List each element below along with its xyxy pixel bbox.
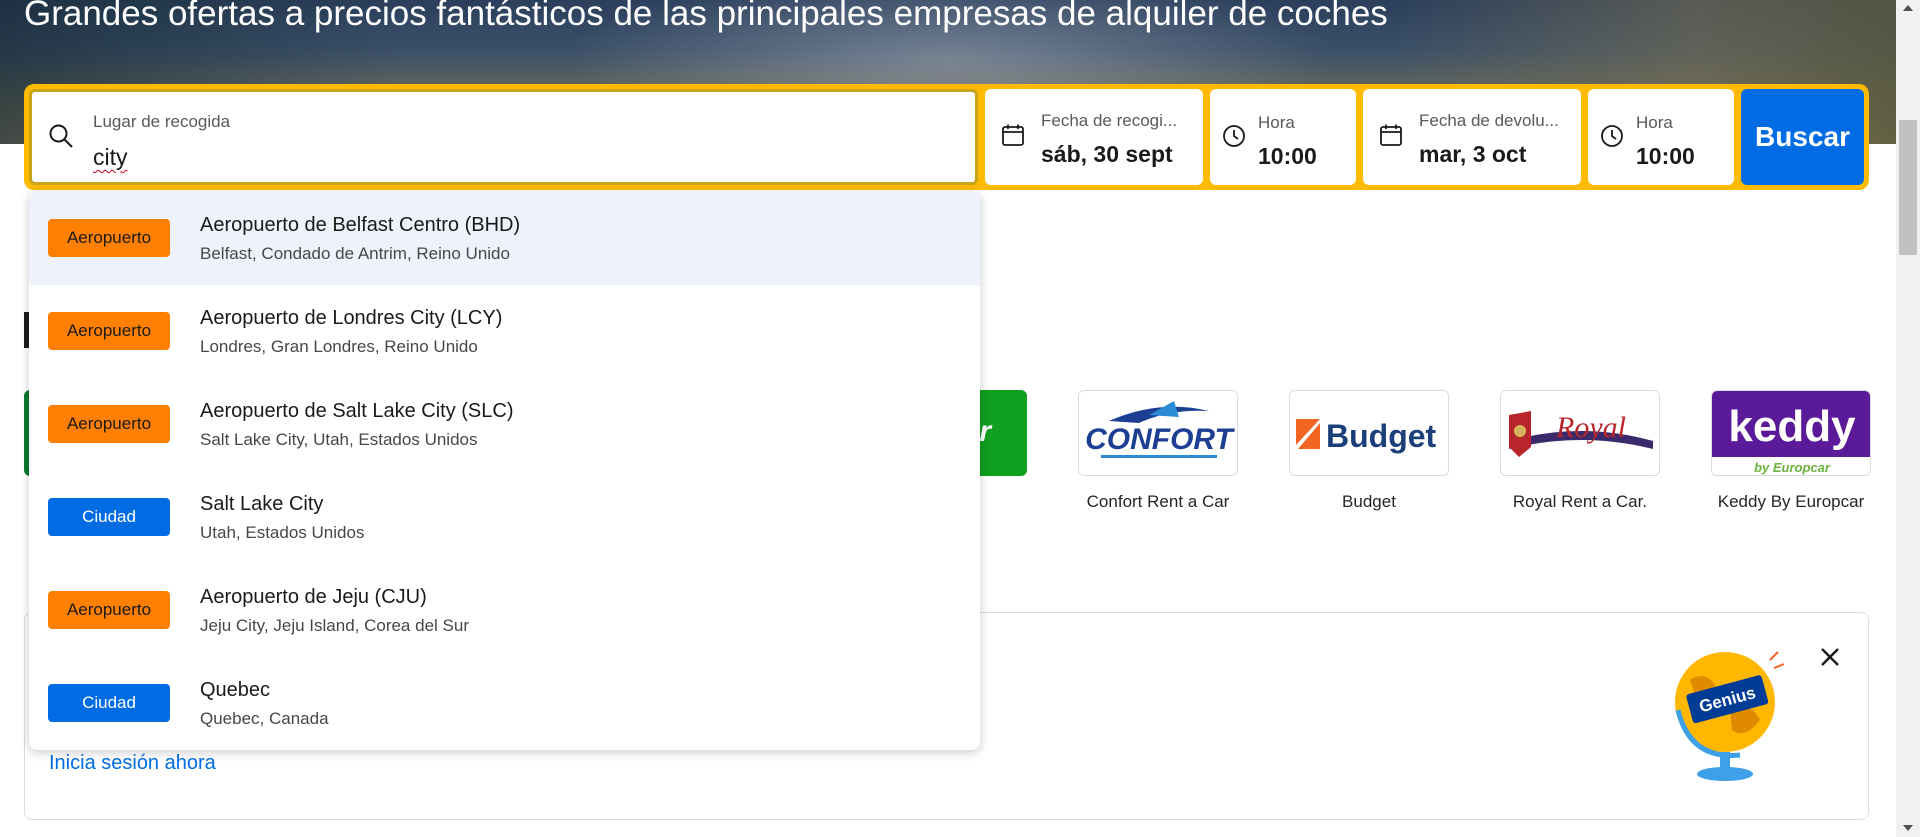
- calendar-icon: [1380, 124, 1402, 146]
- suggestion-subtitle: Belfast, Condado de Antrim, Reino Unido: [200, 244, 510, 263]
- scrollbar-thumb[interactable]: [1899, 120, 1917, 255]
- search-button[interactable]: Buscar: [1741, 89, 1864, 185]
- brand-name-keddy: Keddy By Europcar: [1717, 492, 1865, 511]
- calendar-icon: [1002, 124, 1024, 146]
- confort-logo: CONFORT: [1085, 401, 1236, 458]
- genius-globe-icon: Genius: [1675, 651, 1785, 781]
- return-date-value: mar, 3 oct: [1419, 141, 1527, 167]
- suggestion-title: Aeropuerto de Londres City (LCY): [200, 307, 503, 329]
- suggestion-title: Aeropuerto de Jeju (CJU): [200, 586, 427, 608]
- pickup-time-field[interactable]: Hora 10:00: [1210, 89, 1356, 185]
- suggestion-item[interactable]: Aeropuerto Aeropuerto de Belfast Centro …: [29, 192, 980, 285]
- brand-name-confort: Confort Rent a Car: [1086, 492, 1230, 511]
- brand-logo-royal[interactable]: Royal RENT A CAR: [1500, 390, 1660, 476]
- pickup-time-label: Hora: [1258, 113, 1295, 132]
- suggestion-title: Aeropuerto de Salt Lake City (SLC): [200, 400, 514, 422]
- clock-icon: [1223, 125, 1245, 147]
- confort-logo-text: CONFORT: [1085, 423, 1235, 456]
- hero-title: Grandes ofertas a precios fantásticos de…: [24, 0, 1388, 33]
- location-suggestions-dropdown: Aeropuerto Aeropuerto de Belfast Centro …: [29, 192, 980, 750]
- budget-logo: Budget: [1296, 418, 1437, 454]
- suggestion-type-badge: Aeropuerto: [48, 219, 170, 257]
- pickup-location-field[interactable]: Lugar de recogida city: [29, 89, 978, 185]
- return-time-value: 10:00: [1636, 143, 1695, 169]
- suggestion-subtitle: Utah, Estados Unidos: [200, 523, 365, 542]
- return-date-field[interactable]: Fecha de devolu... mar, 3 oct: [1363, 89, 1581, 185]
- pickup-time-value: 10:00: [1258, 143, 1317, 169]
- return-time-label: Hora: [1636, 113, 1673, 132]
- scroll-down-icon[interactable]: [1903, 825, 1913, 831]
- brand-logo-confort[interactable]: CONFORT: [1078, 390, 1238, 476]
- suggestion-subtitle: Jeju City, Jeju Island, Corea del Sur: [200, 616, 469, 635]
- suggestion-type-badge: Ciudad: [48, 498, 170, 536]
- keddy-logo-text: keddy: [1728, 402, 1856, 451]
- scroll-up-icon[interactable]: [1903, 5, 1913, 11]
- suggestion-item[interactable]: Ciudad Salt Lake City Utah, Estados Unid…: [29, 471, 980, 564]
- clock-icon: [1601, 125, 1623, 147]
- pickup-location-input[interactable]: city: [93, 144, 128, 171]
- pickup-date-value: sáb, 30 sept: [1041, 141, 1173, 167]
- royal-logo: Royal RENT A CAR: [1509, 411, 1653, 457]
- signin-link[interactable]: Inicia sesión ahora: [49, 752, 216, 775]
- search-icon: [49, 124, 73, 148]
- suggestion-item[interactable]: Aeropuerto Aeropuerto de Londres City (L…: [29, 285, 980, 378]
- suggestion-type-badge: Aeropuerto: [48, 591, 170, 629]
- brand-name-budget: Budget: [1342, 492, 1396, 511]
- keddy-logo-subtext: by Europcar: [1754, 460, 1831, 475]
- suggestion-item[interactable]: Aeropuerto Aeropuerto de Jeju (CJU) Jeju…: [29, 564, 980, 657]
- royal-logo-subtext: RENT A CAR: [1566, 445, 1620, 455]
- suggestion-item[interactable]: Aeropuerto Aeropuerto de Salt Lake City …: [29, 378, 980, 471]
- return-date-label: Fecha de devolu...: [1419, 111, 1559, 130]
- pickup-date-field[interactable]: Fecha de recogi... sáb, 30 sept: [985, 89, 1203, 185]
- suggestion-type-badge: Aeropuerto: [48, 405, 170, 443]
- suggestion-subtitle: Londres, Gran Londres, Reino Unido: [200, 337, 478, 356]
- return-time-field[interactable]: Hora 10:00: [1588, 89, 1734, 185]
- keddy-logo: keddy by Europcar: [1712, 391, 1870, 475]
- brand-logo-budget[interactable]: Budget: [1289, 390, 1449, 476]
- suggestion-item[interactable]: Ciudad Quebec Quebec, Canada: [29, 657, 980, 750]
- suggestion-type-badge: Aeropuerto: [48, 312, 170, 350]
- pickup-date-label: Fecha de recogi...: [1041, 111, 1178, 130]
- pickup-location-label: Lugar de recogida: [93, 112, 231, 131]
- suggestion-title: Aeropuerto de Belfast Centro (BHD): [200, 214, 521, 236]
- brand-logo-keddy[interactable]: keddy by Europcar: [1711, 390, 1871, 476]
- suggestion-title: Quebec: [200, 679, 271, 701]
- royal-logo-text: Royal: [1555, 411, 1626, 444]
- close-icon[interactable]: [1815, 642, 1845, 672]
- budget-logo-text: Budget: [1326, 418, 1437, 454]
- brand-name-royal: Royal Rent a Car.: [1512, 492, 1648, 511]
- search-bar: Lugar de recogida city Fecha de recogi..…: [24, 84, 1869, 190]
- suggestion-subtitle: Salt Lake City, Utah, Estados Unidos: [200, 430, 478, 449]
- suggestion-title: Salt Lake City: [200, 493, 324, 515]
- suggestion-type-badge: Ciudad: [48, 684, 170, 722]
- suggestion-subtitle: Quebec, Canada: [200, 709, 329, 728]
